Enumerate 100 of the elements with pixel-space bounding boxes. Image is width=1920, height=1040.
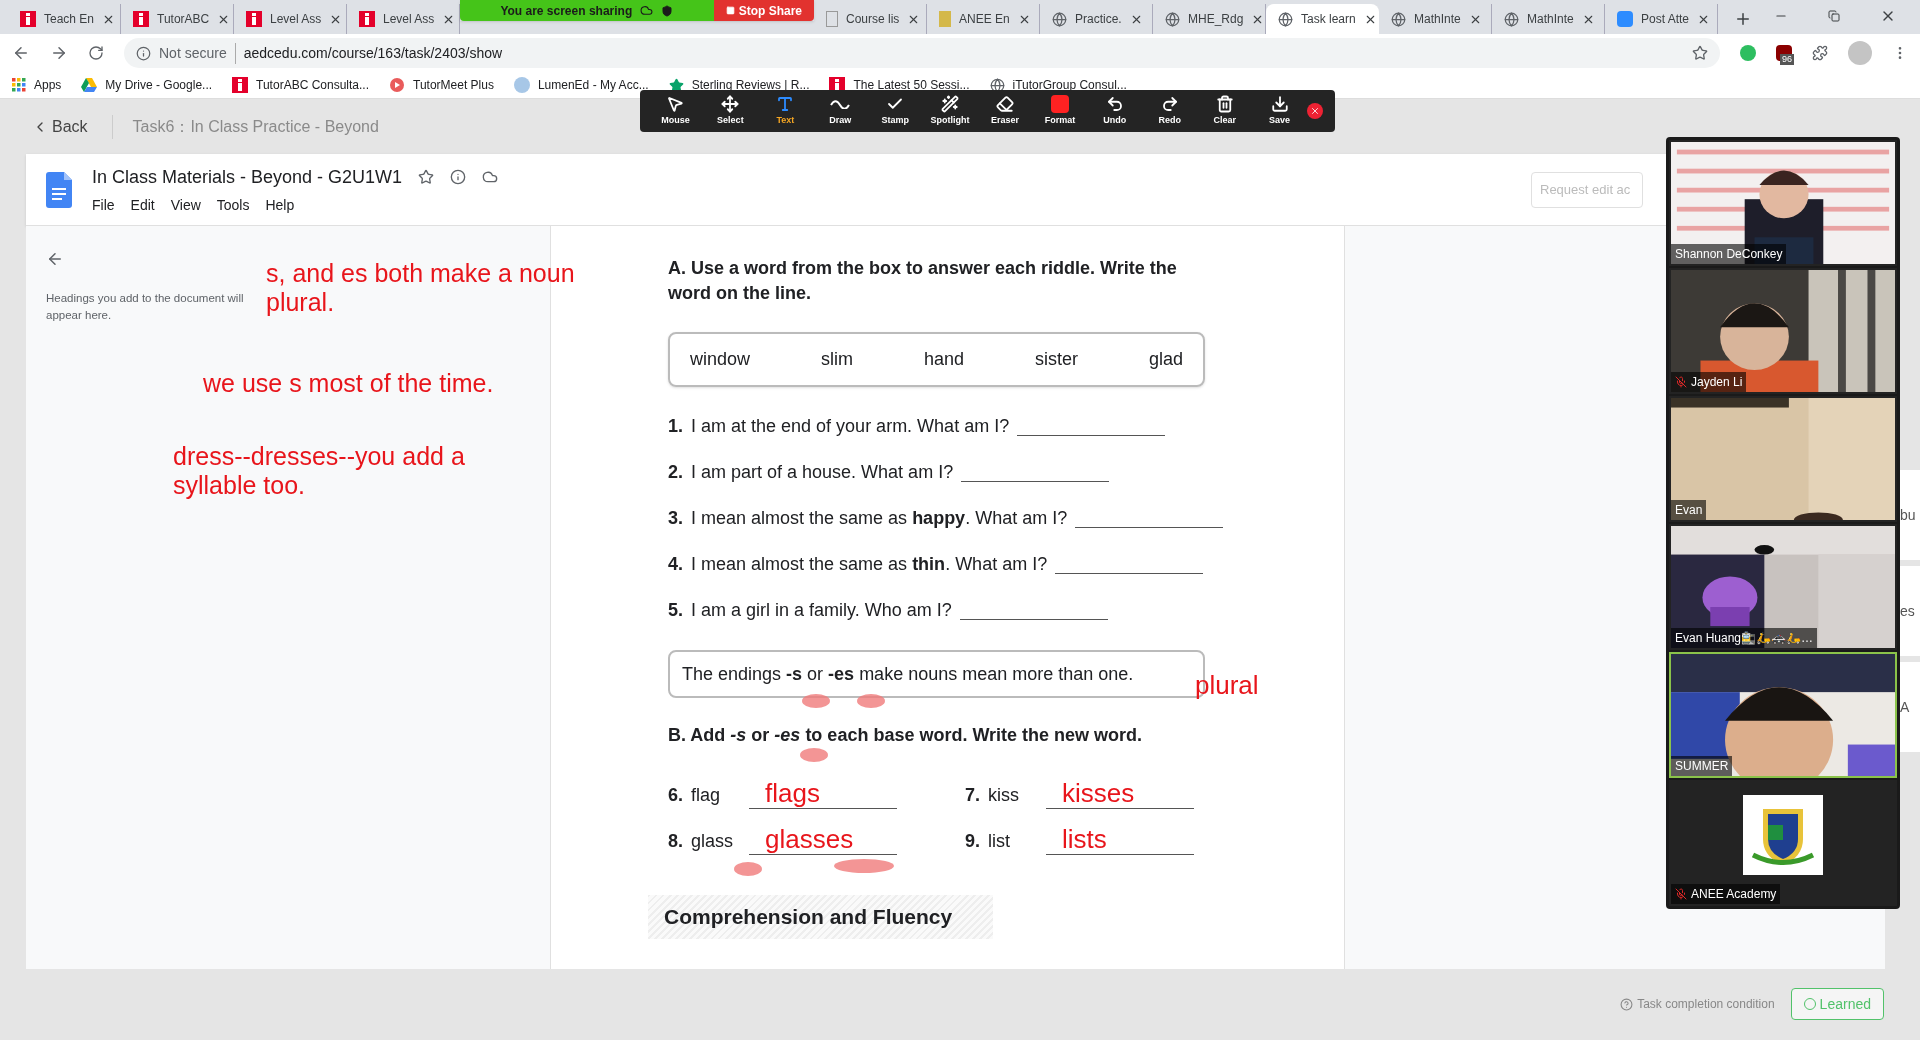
help-icon xyxy=(1620,997,1634,1011)
endings-note: The endings -s or -es make nouns mean more than one. xyxy=(682,662,1134,686)
share-status-text: You are screen sharing xyxy=(500,2,633,20)
item-number: 9. xyxy=(965,830,980,853)
subsection-heading: Comprehension and Fluency xyxy=(664,904,953,931)
undo-icon xyxy=(1105,95,1124,114)
base-word: list xyxy=(988,830,1011,853)
extension-badge: 96 xyxy=(1780,54,1794,65)
item-number: 5. xyxy=(668,599,683,622)
handwritten-answer: kisses xyxy=(1046,778,1194,809)
toolbar-tool[interactable]: Redo xyxy=(1142,94,1198,128)
toolbar-tool[interactable]: Format xyxy=(1032,94,1088,128)
menu-item[interactable]: Edit xyxy=(130,194,155,216)
restore-icon[interactable] xyxy=(1828,10,1840,22)
item-number: 3. xyxy=(668,507,683,530)
menu-item[interactable]: File xyxy=(92,194,115,216)
tab-title: Level Ass xyxy=(383,11,435,28)
bookmark-item[interactable]: iTutorGroup Consul... xyxy=(989,76,1127,94)
menu-item[interactable]: Tools xyxy=(216,194,250,216)
globe-icon xyxy=(989,77,1005,93)
toolbar-tool[interactable]: Clear xyxy=(1197,94,1253,128)
text-icon xyxy=(776,95,795,114)
tab-title: MathInte xyxy=(1414,11,1461,28)
toolbar-tool[interactable]: Text xyxy=(757,94,813,128)
stop-icon xyxy=(725,6,735,15)
bookmark-item[interactable]: TutorMeet Plus xyxy=(389,76,494,94)
reload-icon[interactable] xyxy=(88,45,104,61)
bookmark-item[interactable]: TutorABC Consulta... xyxy=(232,76,369,94)
item-number: 8. xyxy=(668,830,683,853)
participant-name: Evan Huang🚉🛵🚓🛵… xyxy=(1675,630,1814,647)
wave-icon xyxy=(830,99,851,110)
drive-icon xyxy=(81,78,98,92)
browser-tab[interactable]: Task learn xyxy=(1266,4,1379,34)
cloud-icon xyxy=(640,4,654,17)
base-word: glass xyxy=(691,830,735,853)
tab-title: MHE_Rdg xyxy=(1188,11,1244,28)
toolbar-tool[interactable]: Save xyxy=(1252,94,1308,128)
tab-title: Post Atte xyxy=(1641,11,1690,28)
bookmark-item[interactable]: My Drive - Google... xyxy=(81,76,213,94)
globe-icon xyxy=(1504,11,1519,27)
back-icon[interactable] xyxy=(46,250,64,268)
participant-name: ANEE Academy xyxy=(1691,886,1777,903)
annotation-note: plural xyxy=(1195,669,1259,702)
toolbar-tool[interactable]: Undo xyxy=(1087,94,1143,128)
tab-title: Course lis xyxy=(846,11,900,28)
forward-icon[interactable] xyxy=(50,44,68,62)
star-icon xyxy=(668,77,684,93)
stop-share-button[interactable]: Stop Share xyxy=(713,0,814,21)
tutor-logo-icon xyxy=(133,11,149,27)
highlight-mark xyxy=(802,694,830,708)
bookmark-star-icon[interactable] xyxy=(1692,45,1708,61)
info-icon xyxy=(136,45,151,61)
shield-icon xyxy=(661,4,674,17)
cloud-icon[interactable] xyxy=(482,169,499,185)
participant-name: Jayden Li xyxy=(1691,374,1743,391)
tab-title: ANEE En xyxy=(959,11,1010,28)
star-icon[interactable] xyxy=(418,169,435,185)
toolbar-tool[interactable]: Spotlight xyxy=(922,94,978,128)
info-icon[interactable] xyxy=(450,169,467,185)
toolbar-tool[interactable]: Draw xyxy=(812,94,868,128)
tab-title: Teach En xyxy=(44,11,95,28)
extensions-icon[interactable] xyxy=(1812,45,1828,61)
handwritten-answer: lists xyxy=(1046,824,1194,855)
riddle-text: I mean almost the same as thin. What am I? xyxy=(691,553,1048,576)
word-choice: sister xyxy=(1035,348,1078,371)
highlight-mark xyxy=(800,748,828,762)
square-icon xyxy=(1050,95,1069,114)
outline-hint: Headings you add to the document will appear here. xyxy=(46,291,245,324)
address-field[interactable]: Not secure aedcedu.com/course/163/task/2403/show xyxy=(124,38,1720,68)
bookmark-item[interactable]: LumenEd - My Acc... xyxy=(513,76,649,94)
back-link[interactable]: Back xyxy=(32,114,113,139)
toolbar-tool[interactable]: Stamp xyxy=(867,94,923,128)
highlight-mark xyxy=(734,862,762,876)
document-title: In Class Materials - Beyond - G2U1W1 xyxy=(92,165,403,189)
item-number: 2. xyxy=(668,461,683,484)
highlight-mark xyxy=(857,694,885,708)
item-number: 6. xyxy=(668,784,683,807)
menu-item[interactable]: View xyxy=(170,194,201,216)
url-text: aedcedu.com/course/163/task/2403/show xyxy=(243,43,503,63)
toolbar-tool[interactable]: Mouse xyxy=(648,94,703,128)
section-heading: B. Add -s or -es to each base word. Write the new word. xyxy=(668,724,1144,747)
handwritten-answer: flags xyxy=(749,778,897,809)
base-word: kiss xyxy=(988,784,1020,807)
tab-title: Task learn xyxy=(1301,11,1356,28)
back-icon[interactable] xyxy=(12,44,30,62)
close-icon[interactable] xyxy=(1307,103,1324,119)
wand-icon xyxy=(941,95,960,114)
tab-title: Level Ass xyxy=(270,11,322,28)
highlight-mark xyxy=(834,859,894,873)
menu-item[interactable]: Help xyxy=(265,194,295,216)
new-tab-icon[interactable] xyxy=(1734,10,1752,28)
toolbar-tool[interactable]: Select xyxy=(702,94,758,128)
riddle-text: I am part of a house. What am I? xyxy=(691,461,954,484)
item-number: 7. xyxy=(965,784,980,807)
word-choice: hand xyxy=(923,348,964,371)
participant-name: Shannon DeConkey xyxy=(1675,246,1783,263)
handwritten-answer: glasses xyxy=(749,824,897,855)
page-icon xyxy=(826,11,838,27)
toolbar-tool[interactable]: Eraser xyxy=(977,94,1033,128)
bookmark-item[interactable]: Apps xyxy=(12,76,62,94)
